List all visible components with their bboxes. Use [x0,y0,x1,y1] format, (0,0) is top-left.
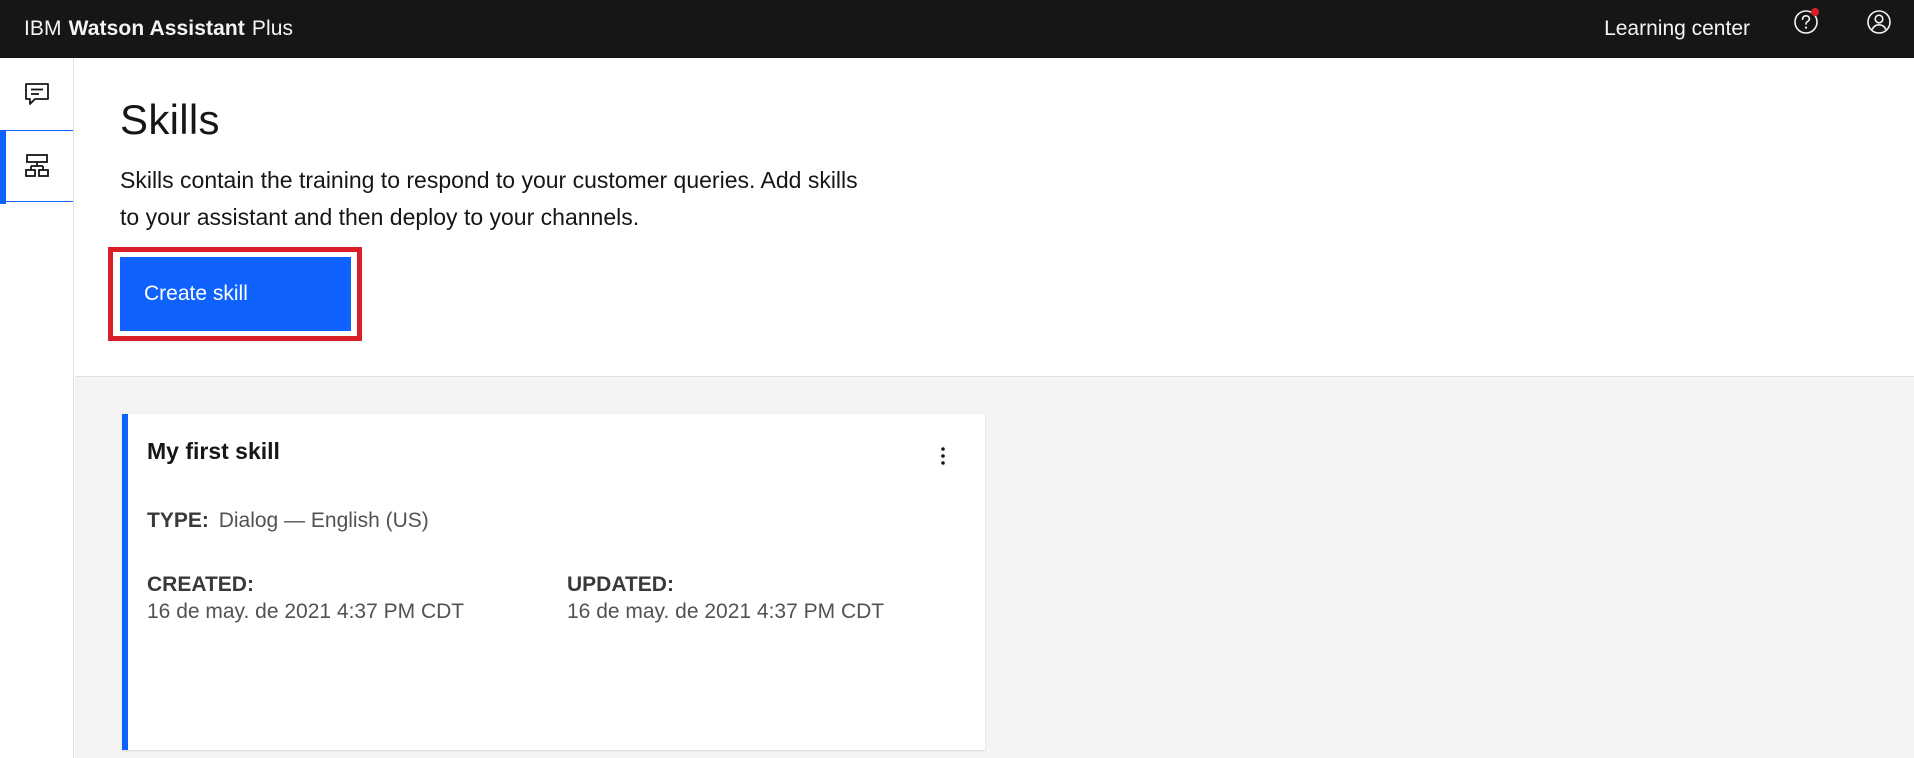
skill-created: CREATED: 16 de may. de 2021 4:37 PM CDT [147,571,464,625]
learning-center-link[interactable]: Learning center [1604,0,1750,58]
notification-dot [1811,8,1819,16]
updated-value: 16 de may. de 2021 4:37 PM CDT [567,600,885,623]
sidebar-item-assistants[interactable] [0,58,73,130]
skill-type: TYPE: Dialog — English (US) [147,509,429,533]
page-header: Skills Skills contain the training to re… [75,58,1914,377]
skill-type-label: TYPE: [147,509,209,532]
product-name[interactable]: IBM Watson Assistant Plus [24,0,293,58]
skill-name[interactable]: My first skill [147,438,280,465]
create-skill-button[interactable]: Create skill [120,257,351,331]
page-title: Skills [120,96,220,143]
created-value: 16 de may. de 2021 4:37 PM CDT [147,600,465,623]
user-avatar-icon [1867,10,1891,34]
help-button[interactable] [1789,5,1823,39]
skills-icon [24,154,49,177]
page-description: Skills contain the training to respond t… [120,167,858,230]
skill-type-value: Dialog — English (US) [218,509,429,532]
overflow-menu-vertical-icon [941,447,945,465]
brand-prefix: IBM [24,17,62,40]
skill-updated: UPDATED: 16 de may. de 2021 4:37 PM CDT [567,571,884,625]
sidebar-item-skills[interactable] [0,130,73,204]
created-label: CREATED: [147,573,254,596]
chat-icon [24,83,49,105]
brand-suffix: Plus [251,17,294,40]
skill-card[interactable]: My first skill TYPE: Dialog — English (U… [122,414,985,750]
brand-main: Watson Assistant [68,17,245,40]
top-header: IBM Watson Assistant Plus Learning cente… [0,0,1914,58]
skill-overflow-menu-button[interactable] [931,444,955,468]
user-profile-button[interactable] [1862,5,1896,39]
updated-label: UPDATED: [567,573,674,596]
skills-content-area: My first skill TYPE: Dialog — English (U… [75,377,1914,758]
side-navigation [0,58,74,758]
